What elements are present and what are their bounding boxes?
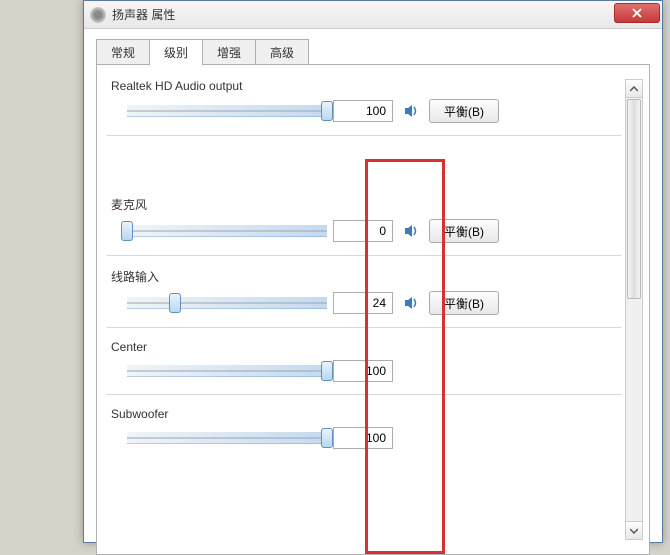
speaker-icon (403, 295, 419, 311)
window-title: 扬声器 属性 (112, 6, 175, 23)
output-balance-button[interactable]: 平衡(B) (429, 99, 499, 123)
subwoofer-slider[interactable] (127, 427, 327, 449)
mic-balance-button[interactable]: 平衡(B) (429, 219, 499, 243)
speaker-icon (403, 103, 419, 119)
tab-advanced[interactable]: 高级 (255, 39, 309, 65)
linein-value[interactable] (333, 292, 393, 314)
mic-label: 麦克风 (111, 196, 621, 213)
mic-mute-button[interactable] (399, 219, 423, 243)
close-button[interactable] (614, 3, 660, 23)
tab-general[interactable]: 常规 (96, 39, 150, 65)
chevron-up-icon (630, 86, 638, 92)
titlebar[interactable]: 扬声器 属性 (84, 1, 662, 29)
tab-enhance[interactable]: 增强 (202, 39, 256, 65)
section-subwoofer: Subwoofer (107, 407, 621, 461)
speaker-icon (403, 223, 419, 239)
center-label: Center (111, 340, 621, 354)
linein-mute-button[interactable] (399, 291, 423, 315)
scroll-thumb[interactable] (627, 99, 641, 299)
tab-strip: 常规 级别 增强 高级 (84, 29, 662, 65)
section-center: Center (107, 340, 621, 395)
tab-levels[interactable]: 级别 (149, 39, 203, 66)
center-value[interactable] (333, 360, 393, 382)
subwoofer-value[interactable] (333, 427, 393, 449)
section-mic: 麦克风 平衡(B) (107, 196, 621, 256)
section-linein: 线路输入 平衡(B) (107, 268, 621, 328)
output-value[interactable] (333, 100, 393, 122)
mic-value[interactable] (333, 220, 393, 242)
linein-slider[interactable] (127, 292, 327, 314)
chevron-down-icon (630, 528, 638, 534)
subwoofer-label: Subwoofer (111, 407, 621, 421)
section-output: Realtek HD Audio output 平衡(B) (107, 79, 621, 136)
levels-panel: Realtek HD Audio output 平衡(B) 麦克风 (96, 65, 650, 555)
scroll-up-button[interactable] (626, 80, 642, 98)
output-mute-button[interactable] (399, 99, 423, 123)
scroll-down-button[interactable] (626, 521, 642, 539)
mic-slider[interactable] (127, 220, 327, 242)
vertical-scrollbar[interactable] (625, 79, 643, 540)
output-label: Realtek HD Audio output (111, 79, 621, 93)
linein-balance-button[interactable]: 平衡(B) (429, 291, 499, 315)
properties-dialog: 扬声器 属性 常规 级别 增强 高级 Realtek HD Audio outp… (83, 0, 663, 543)
center-slider[interactable] (127, 360, 327, 382)
close-icon (632, 8, 642, 18)
output-slider[interactable] (127, 100, 327, 122)
linein-label: 线路输入 (111, 268, 621, 285)
speaker-icon (90, 7, 106, 23)
